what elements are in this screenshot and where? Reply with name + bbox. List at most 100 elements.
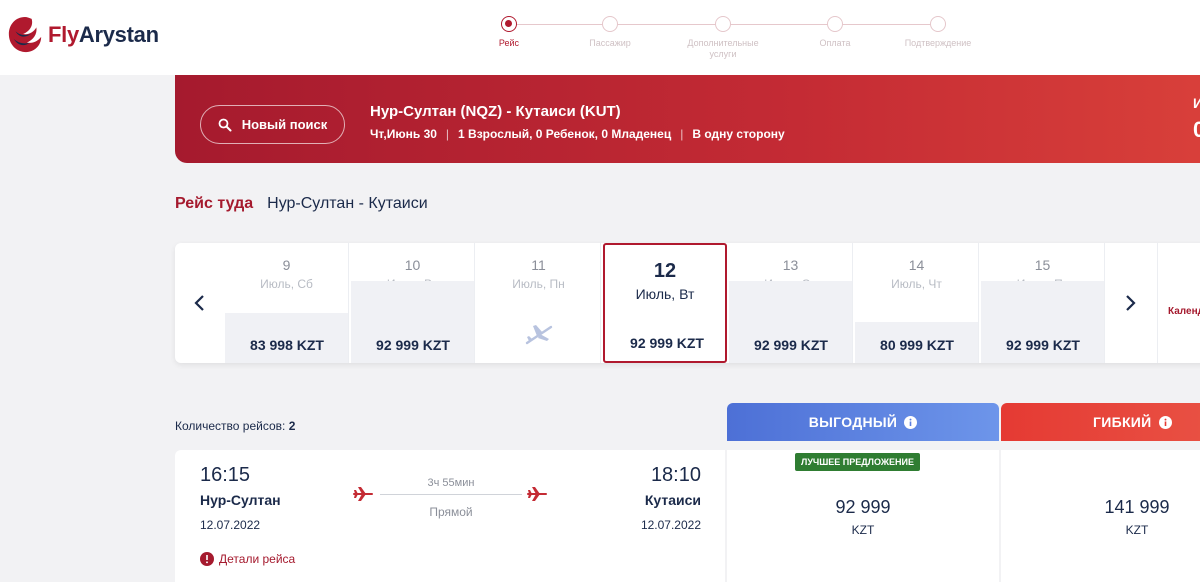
step-dot (715, 16, 731, 32)
date-option[interactable]: 9 Июль, Сб 83 998 KZT (225, 243, 349, 363)
flight-stops: Прямой (429, 505, 473, 519)
day-month: Июль, Сб (260, 277, 313, 291)
outbound-label: Рейс туда (175, 195, 254, 212)
step-passenger[interactable]: Пассажир (560, 16, 660, 49)
calendar-link[interactable]: Календарь (1157, 243, 1200, 363)
info-icon[interactable] (1158, 415, 1172, 429)
date-option[interactable]: 15 Июль, Пт 92 999 KZT (981, 243, 1105, 363)
info-icon (200, 552, 214, 566)
next-dates-button[interactable] (1105, 243, 1155, 363)
day-month: Июль, Пн (512, 277, 565, 291)
fare-header-economy[interactable]: ВЫГОДНЫЙ (727, 403, 999, 441)
day-number: 13 (782, 257, 799, 273)
fare-economy-label: ВЫГОДНЫЙ (808, 414, 898, 430)
step-extras[interactable]: Дополнительные услуги (673, 16, 773, 60)
flights-count-label: Количество рейсов: (175, 419, 286, 433)
calendar-label: Календарь (1168, 306, 1200, 317)
departure-date: 12.07.2022 (200, 518, 261, 532)
flight-row: 16:15 Нур-Султан 12.07.2022 3ч 55мин Пря… (175, 450, 725, 582)
step-label: Рейс (498, 38, 520, 48)
arrival-time: 18:10 (650, 464, 701, 486)
lion-logo-icon (8, 16, 42, 53)
trip-type: В одну сторону (692, 127, 785, 141)
day-number: 11 (531, 257, 546, 273)
outbound-route: Нур-Султан - Кутаиси (267, 195, 428, 212)
best-offer-badge: ЛУЧШЕЕ ПРЕДЛОЖЕНИЕ (795, 453, 920, 471)
new-search-button[interactable]: Новый поиск (200, 105, 345, 144)
step-label: Подтверждение (904, 38, 972, 48)
step-label: Оплата (819, 38, 851, 48)
new-search-label: Новый поиск (241, 117, 328, 132)
arrival-date: 12.07.2022 (640, 518, 701, 532)
step-dot (602, 16, 618, 32)
day-price: 92 999 KZT (1006, 337, 1080, 353)
prev-dates-button[interactable] (175, 243, 225, 363)
banner-cut-text-top: И (1193, 95, 1200, 111)
day-price: 92 999 KZT (376, 337, 450, 353)
logo-fly: Fly (48, 22, 79, 47)
day-number: 12 (653, 260, 677, 282)
fare-flex-label: ГИБКИЙ (1093, 414, 1152, 430)
outbound-section-title: Рейс туда Нур-Султан - Кутаиси (175, 195, 428, 213)
logo-text: FlyArystan (48, 22, 159, 48)
date-carousel: 9 Июль, Сб 83 998 KZT 10 Июль, Вс 92 999… (175, 243, 1200, 363)
fare-currency-economy: KZT (851, 523, 875, 537)
arrival-city: Кутаиси (644, 492, 701, 508)
plane-icon (527, 487, 547, 501)
departure-time: 16:15 (200, 464, 251, 486)
step-flight[interactable]: Рейс (459, 16, 559, 49)
date-option[interactable]: 11 Июль, Пн (477, 243, 601, 363)
flight-details-link[interactable]: Детали рейса (200, 552, 295, 566)
day-price: 92 999 KZT (754, 337, 828, 353)
header: FlyArystan Рейс Пассажир Дополнительные … (0, 0, 1200, 75)
banner-cut-text-bottom: 0 (1193, 117, 1200, 142)
logo-arystan: Arystan (78, 22, 159, 47)
date-option-selected[interactable]: 12 Июль, Вт 92 999 KZT (603, 243, 727, 363)
route-title: Нур-Султан (NQZ) - Кутаиси (KUT) (370, 103, 621, 120)
day-price: 83 998 KZT (250, 337, 324, 353)
day-month: Июль, Вт (635, 286, 695, 302)
chevron-right-icon (1126, 295, 1136, 311)
plane-icon (353, 487, 373, 501)
separator: | (445, 127, 450, 141)
day-number: 9 (282, 257, 291, 273)
booking-steps: Рейс Пассажир Дополнительные услуги Опла… (470, 16, 1010, 71)
chevron-left-icon (194, 295, 204, 311)
info-icon[interactable] (904, 415, 918, 429)
no-flight-icon (525, 325, 553, 345)
step-dot (930, 16, 946, 32)
day-price: 80 999 KZT (880, 337, 954, 353)
route-details: Чт,Июнь 30 | 1 Взрослый, 0 Ребенок, 0 Мл… (370, 127, 785, 141)
step-dot (501, 16, 517, 32)
step-label: Дополнительные услуги (687, 38, 759, 59)
step-payment[interactable]: Оплата (785, 16, 885, 49)
flight-duration: 3ч 55мин (427, 477, 475, 489)
separator: | (680, 127, 684, 141)
fare-currency-flex: KZT (1125, 523, 1149, 537)
day-number: 10 (404, 257, 421, 273)
travel-date: Чт,Июнь 30 (370, 127, 437, 141)
fare-price-flex: 141 999 (1104, 497, 1170, 517)
day-number: 15 (1034, 257, 1051, 273)
fare-option-economy[interactable]: ЛУЧШЕЕ ПРЕДЛОЖЕНИЕ 92 999 KZT (727, 450, 999, 582)
date-option[interactable]: 10 Июль, Вс 92 999 KZT (351, 243, 475, 363)
day-month: Июль, Чт (891, 277, 942, 291)
fare-header-flex[interactable]: ГИБКИЙ (1001, 403, 1200, 441)
fare-price-economy: 92 999 (835, 497, 891, 517)
search-icon (218, 118, 232, 131)
flyarystan-logo[interactable]: FlyArystan (6, 12, 159, 58)
date-option[interactable]: 13 Июль, Ср 92 999 KZT (729, 243, 853, 363)
step-label: Пассажир (589, 38, 631, 48)
step-dot (827, 16, 843, 32)
date-option[interactable]: 14 Июль, Чт 80 999 KZT (855, 243, 979, 363)
fare-option-flex[interactable]: 141 999 KZT (1001, 450, 1200, 582)
flight-details-label: Детали рейса (219, 552, 296, 566)
day-price: 92 999 KZT (630, 335, 704, 351)
search-summary-banner: Новый поиск Нур-Султан (NQZ) - Кутаиси (… (175, 75, 1200, 163)
flights-count-value: 2 (288, 419, 296, 433)
passenger-summary: 1 Взрослый, 0 Ребенок, 0 Младенец (458, 127, 672, 141)
flights-count: Количество рейсов: 2 (175, 419, 295, 433)
step-confirmation[interactable]: Подтверждение (888, 16, 988, 49)
day-number: 14 (908, 257, 925, 273)
departure-city: Нур-Султан (200, 492, 281, 508)
